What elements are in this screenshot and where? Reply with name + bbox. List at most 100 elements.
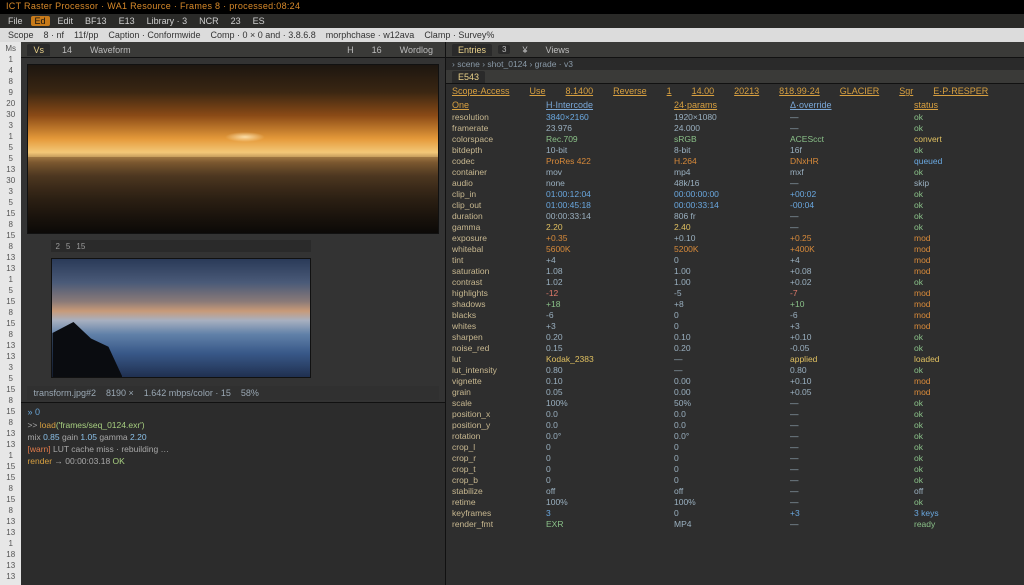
prop-value[interactable]: -12: [546, 288, 668, 299]
prop-value[interactable]: +0.10: [674, 233, 784, 244]
prop-value[interactable]: ok: [914, 464, 1024, 475]
console-panel[interactable]: » 0 >> load('frames/seq_0124.exr')mix 0.…: [21, 402, 445, 585]
prop-value[interactable]: —: [790, 211, 908, 222]
prop-value[interactable]: 0: [674, 442, 784, 453]
prop-value[interactable]: ok: [914, 398, 1024, 409]
prop-value[interactable]: -0.05: [790, 343, 908, 354]
prop-value[interactable]: 0.10: [674, 332, 784, 343]
prop-value[interactable]: 0.05: [546, 387, 668, 398]
toolbar-item[interactable]: Clamp · Survey%: [424, 30, 494, 40]
prop-value[interactable]: 23.976: [546, 123, 668, 134]
prop-value[interactable]: 3: [546, 508, 668, 519]
tab-entries[interactable]: Entries: [452, 44, 492, 56]
prop-value[interactable]: DNxHR: [790, 156, 908, 167]
prop-value[interactable]: ok: [914, 497, 1024, 508]
prop-value[interactable]: —: [790, 497, 908, 508]
prop-value[interactable]: mp4: [674, 167, 784, 178]
prop-value[interactable]: Kodak_2383: [546, 354, 668, 365]
prop-value[interactable]: -5: [674, 288, 784, 299]
tab-extra-h[interactable]: H: [341, 44, 360, 56]
grid-header[interactable]: 1: [667, 86, 672, 96]
menu-file[interactable]: File: [4, 16, 27, 26]
prop-value[interactable]: -6: [546, 310, 668, 321]
prop-value[interactable]: 0: [546, 442, 668, 453]
preview-viewer-b[interactable]: [51, 258, 311, 378]
prop-value[interactable]: 00:00:33:14: [546, 211, 668, 222]
prop-value[interactable]: 0.0°: [546, 431, 668, 442]
grid-header[interactable]: 14.00: [692, 86, 715, 96]
prop-value[interactable]: ok: [914, 365, 1024, 376]
tab-wordlog[interactable]: Wordlog: [394, 44, 439, 56]
prop-value[interactable]: 3 keys: [914, 508, 1024, 519]
prop-value[interactable]: 10-bit: [546, 145, 668, 156]
property-grid[interactable]: One resolutionframeratecolorspacebitdept…: [446, 98, 1024, 585]
prop-value[interactable]: 8-bit: [674, 145, 784, 156]
prop-value[interactable]: +0.10: [790, 376, 908, 387]
prop-value[interactable]: off: [546, 486, 668, 497]
prop-value[interactable]: +0.35: [546, 233, 668, 244]
prop-value[interactable]: +4: [790, 255, 908, 266]
col-hdr[interactable]: 24·params: [674, 100, 784, 110]
prop-value[interactable]: 0.00: [674, 387, 784, 398]
prop-value[interactable]: mod: [914, 244, 1024, 255]
prop-value[interactable]: ok: [914, 343, 1024, 354]
col-hdr[interactable]: H·Intercode: [546, 100, 668, 110]
prop-value[interactable]: 0.0: [674, 409, 784, 420]
col-hdr[interactable]: Δ·override: [790, 100, 908, 110]
prop-value[interactable]: —: [790, 398, 908, 409]
prop-value[interactable]: 0: [674, 464, 784, 475]
grid-header[interactable]: Scope·Access: [452, 86, 510, 96]
tab-waveform[interactable]: Waveform: [84, 44, 137, 56]
toolbar-item[interactable]: 8 · nf: [44, 30, 65, 40]
prop-value[interactable]: —: [790, 431, 908, 442]
prop-value[interactable]: MP4: [674, 519, 784, 530]
prop-value[interactable]: 0: [674, 508, 784, 519]
menu-ed[interactable]: Ed: [31, 16, 50, 26]
prop-value[interactable]: ok: [914, 442, 1024, 453]
grid-header[interactable]: Sgr: [899, 86, 913, 96]
prop-value[interactable]: 0: [546, 453, 668, 464]
prop-value[interactable]: ok: [914, 332, 1024, 343]
prop-value[interactable]: 0.0: [674, 420, 784, 431]
prop-value[interactable]: —: [790, 123, 908, 134]
chip-5[interactable]: 5: [66, 242, 70, 251]
col-hdr[interactable]: status: [914, 100, 1024, 110]
tab-waveform-14[interactable]: 14: [56, 44, 78, 56]
prop-value[interactable]: ok: [914, 420, 1024, 431]
grid-header[interactable]: 818.99·24: [779, 86, 820, 96]
prop-value[interactable]: 00:00:33:14: [674, 200, 784, 211]
prop-value[interactable]: +3: [546, 321, 668, 332]
toolbar-item[interactable]: Comp · 0 × 0 and · 3.8.6.8: [210, 30, 315, 40]
prop-value[interactable]: ok: [914, 475, 1024, 486]
prop-value[interactable]: mxf: [790, 167, 908, 178]
grid-header[interactable]: 20213: [734, 86, 759, 96]
prop-value[interactable]: +18: [546, 299, 668, 310]
prop-value[interactable]: —: [790, 464, 908, 475]
prop-value[interactable]: 0.0: [546, 409, 668, 420]
prop-value[interactable]: +0.10: [790, 332, 908, 343]
prop-value[interactable]: 0: [546, 475, 668, 486]
prop-value[interactable]: 0: [674, 321, 784, 332]
prop-value[interactable]: 806 fr: [674, 211, 784, 222]
prop-value[interactable]: mod: [914, 387, 1024, 398]
prop-value[interactable]: 00:00:00:00: [674, 189, 784, 200]
prop-value[interactable]: 50%: [674, 398, 784, 409]
prop-value[interactable]: —: [790, 442, 908, 453]
prop-value[interactable]: 0: [674, 310, 784, 321]
menu-library-3[interactable]: Library · 3: [143, 16, 192, 26]
prop-value[interactable]: ok: [914, 200, 1024, 211]
prop-value[interactable]: ok: [914, 211, 1024, 222]
prop-value[interactable]: queued: [914, 156, 1024, 167]
prop-value[interactable]: -00:04: [790, 200, 908, 211]
prop-value[interactable]: ok: [914, 112, 1024, 123]
prop-value[interactable]: mod: [914, 255, 1024, 266]
prop-value[interactable]: +3: [790, 508, 908, 519]
prop-value[interactable]: ready: [914, 519, 1024, 530]
prop-value[interactable]: skip: [914, 178, 1024, 189]
prop-value[interactable]: 0.0°: [674, 431, 784, 442]
prop-value[interactable]: 0.10: [546, 376, 668, 387]
menu-23[interactable]: 23: [227, 16, 245, 26]
prop-value[interactable]: 1920×1080: [674, 112, 784, 123]
prop-value[interactable]: +10: [790, 299, 908, 310]
prop-value[interactable]: 0.20: [546, 332, 668, 343]
